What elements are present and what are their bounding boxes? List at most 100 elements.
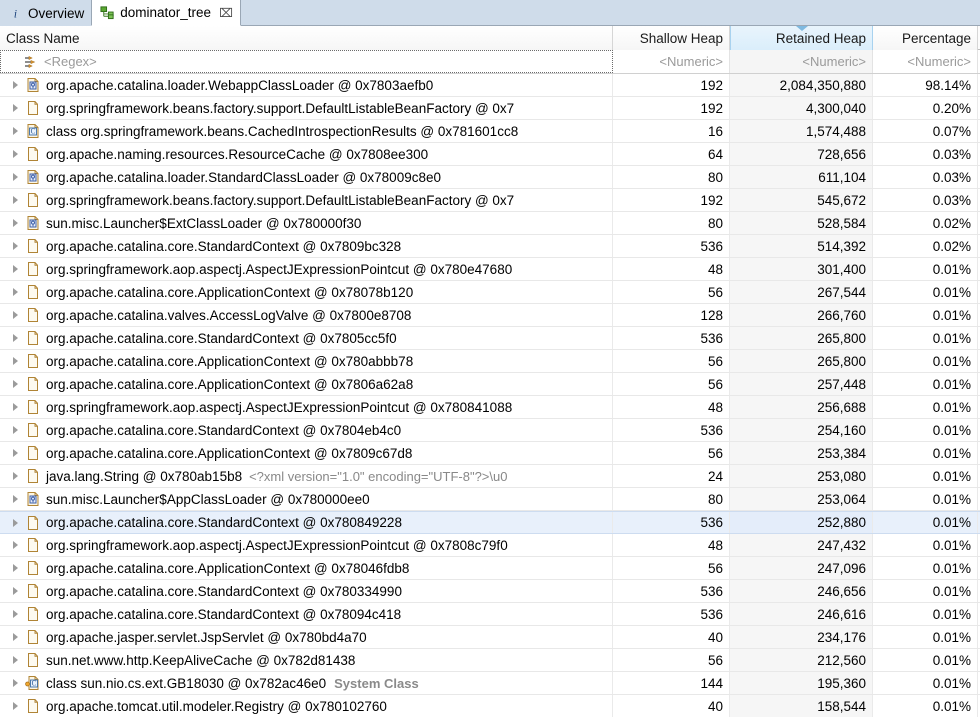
expand-arrow-icon[interactable] (8, 288, 22, 296)
column-header-percentage[interactable]: Percentage (873, 26, 978, 50)
expand-arrow-icon[interactable] (8, 150, 22, 158)
expand-arrow-icon[interactable] (8, 380, 22, 388)
object-label: org.apache.naming.resources.ResourceCach… (46, 146, 429, 162)
object-icon (25, 422, 41, 438)
object-icon (25, 146, 41, 162)
expand-arrow-icon[interactable] (8, 610, 22, 618)
cell-shallow-heap: 536 (613, 419, 730, 441)
table-row[interactable]: org.apache.catalina.loader.StandardClass… (0, 166, 980, 189)
expand-arrow-icon[interactable] (8, 472, 22, 480)
close-icon[interactable]: ⌧ (219, 7, 233, 19)
table-row[interactable]: Cclass org.springframework.beans.CachedI… (0, 120, 980, 143)
table-row[interactable]: org.apache.catalina.core.StandardContext… (0, 580, 980, 603)
expand-arrow-icon[interactable] (8, 449, 22, 457)
cell-retained-heap: 528,584 (730, 212, 873, 234)
cell-retained-heap: 1,574,488 (730, 120, 873, 142)
cell-shallow-heap: 56 (613, 649, 730, 671)
cell-shallow-heap: 128 (613, 304, 730, 326)
table-row[interactable]: org.springframework.beans.factory.suppor… (0, 189, 980, 212)
tab-dominator-tree[interactable]: dominator_tree ⌧ (91, 0, 241, 26)
table-row[interactable]: org.apache.catalina.valves.AccessLogValv… (0, 304, 980, 327)
table-row[interactable]: org.apache.catalina.core.ApplicationCont… (0, 373, 980, 396)
table-row[interactable]: org.apache.catalina.core.StandardContext… (0, 511, 980, 534)
expand-arrow-icon[interactable] (8, 495, 22, 503)
table-row[interactable]: org.apache.catalina.core.StandardContext… (0, 419, 980, 442)
info-icon: i (8, 6, 23, 21)
object-icon (25, 238, 41, 254)
table-row[interactable]: sun.misc.Launcher$AppClassLoader @ 0x780… (0, 488, 980, 511)
table-row[interactable]: org.apache.catalina.core.ApplicationCont… (0, 557, 980, 580)
cell-percentage: 0.01% (873, 419, 978, 441)
filter-input-percentage[interactable]: <Numeric> (873, 50, 978, 73)
table-row[interactable]: org.apache.naming.resources.ResourceCach… (0, 143, 980, 166)
expand-arrow-icon[interactable] (8, 633, 22, 641)
table-row[interactable]: org.springframework.aop.aspectj.AspectJE… (0, 534, 980, 557)
object-label: org.springframework.aop.aspectj.AspectJE… (46, 399, 513, 415)
column-header-class-name[interactable]: Class Name (0, 26, 613, 50)
table-row[interactable]: org.springframework.aop.aspectj.AspectJE… (0, 396, 980, 419)
tab-overview[interactable]: i Overview (0, 0, 92, 26)
cell-percentage: 0.03% (873, 166, 978, 188)
expand-arrow-icon[interactable] (8, 426, 22, 434)
object-value-preview: <?xml version="1.0" encoding="UTF-8"?>\u… (249, 468, 508, 484)
table-row[interactable]: sun.net.www.http.KeepAliveCache @ 0x782d… (0, 649, 980, 672)
expand-arrow-icon[interactable] (8, 311, 22, 319)
table-row[interactable]: java.lang.String @ 0x780ab15b8 <?xml vers… (0, 465, 980, 488)
filter-input-shallow-heap[interactable]: <Numeric> (613, 50, 730, 73)
cell-percentage: 0.07% (873, 120, 978, 142)
expand-arrow-icon[interactable] (8, 265, 22, 273)
table-row[interactable]: org.apache.tomcat.util.modeler.Registry … (0, 695, 980, 717)
table-row[interactable]: org.apache.catalina.core.StandardContext… (0, 235, 980, 258)
table-row[interactable]: org.apache.catalina.core.ApplicationCont… (0, 442, 980, 465)
object-icon (25, 652, 41, 668)
object-label: org.apache.catalina.core.ApplicationCont… (46, 560, 410, 576)
table-row[interactable]: org.apache.catalina.core.ApplicationCont… (0, 281, 980, 304)
svg-text:C: C (31, 128, 36, 136)
table-row[interactable]: sun.misc.Launcher$ExtClassLoader @ 0x780… (0, 212, 980, 235)
expand-arrow-icon[interactable] (8, 541, 22, 549)
table-row[interactable]: org.springframework.beans.factory.suppor… (0, 97, 980, 120)
cell-percentage: 0.01% (873, 695, 978, 717)
table-row[interactable]: org.springframework.aop.aspectj.AspectJE… (0, 258, 980, 281)
table-row[interactable]: org.apache.catalina.core.StandardContext… (0, 603, 980, 626)
classloader-icon (25, 491, 41, 507)
filter-placeholder-shallow-heap: <Numeric> (659, 54, 723, 69)
filter-input-retained-heap[interactable]: <Numeric> (730, 50, 873, 73)
column-header-shallow-heap[interactable]: Shallow Heap (613, 26, 730, 50)
column-header-retained-heap[interactable]: Retained Heap (730, 26, 873, 50)
expand-arrow-icon[interactable] (8, 242, 22, 250)
cell-percentage: 0.01% (873, 465, 978, 487)
table-row[interactable]: org.apache.catalina.core.ApplicationCont… (0, 350, 980, 373)
expand-arrow-icon[interactable] (8, 219, 22, 227)
expand-arrow-icon[interactable] (8, 357, 22, 365)
object-label: java.lang.String @ 0x780ab15b8 (46, 468, 243, 484)
expand-arrow-icon[interactable] (8, 81, 22, 89)
table-row[interactable]: Cclass sun.nio.cs.ext.GB18030 @ 0x782ac4… (0, 672, 980, 695)
expand-arrow-icon[interactable] (8, 679, 22, 687)
cell-retained-heap: 158,544 (730, 695, 873, 717)
cell-percentage: 0.20% (873, 97, 978, 119)
expand-arrow-icon[interactable] (8, 587, 22, 595)
table-row[interactable]: org.apache.catalina.loader.WebappClassLo… (0, 74, 980, 97)
expand-arrow-icon[interactable] (8, 196, 22, 204)
expand-arrow-icon[interactable] (8, 127, 22, 135)
expand-arrow-icon[interactable] (8, 403, 22, 411)
expand-arrow-icon[interactable] (8, 564, 22, 572)
expand-arrow-icon[interactable] (8, 702, 22, 710)
cell-class-name: org.apache.catalina.loader.WebappClassLo… (0, 74, 613, 96)
object-icon (25, 284, 41, 300)
cell-retained-heap: 265,800 (730, 350, 873, 372)
expand-arrow-icon[interactable] (8, 518, 22, 527)
table-row[interactable]: org.apache.jasper.servlet.JspServlet @ 0… (0, 626, 980, 649)
expand-arrow-icon[interactable] (8, 334, 22, 342)
expand-arrow-icon[interactable] (8, 173, 22, 181)
filter-input-class-name[interactable]: <Regex> (0, 50, 613, 73)
cell-retained-heap: 301,400 (730, 258, 873, 280)
table-row[interactable]: org.apache.catalina.core.StandardContext… (0, 327, 980, 350)
expand-arrow-icon[interactable] (8, 656, 22, 664)
editor-tab-bar: i Overview dominator_tree ⌧ (0, 0, 980, 26)
cell-retained-heap: 514,392 (730, 235, 873, 257)
object-icon (25, 353, 41, 369)
cell-percentage: 0.01% (873, 258, 978, 280)
expand-arrow-icon[interactable] (8, 104, 22, 112)
